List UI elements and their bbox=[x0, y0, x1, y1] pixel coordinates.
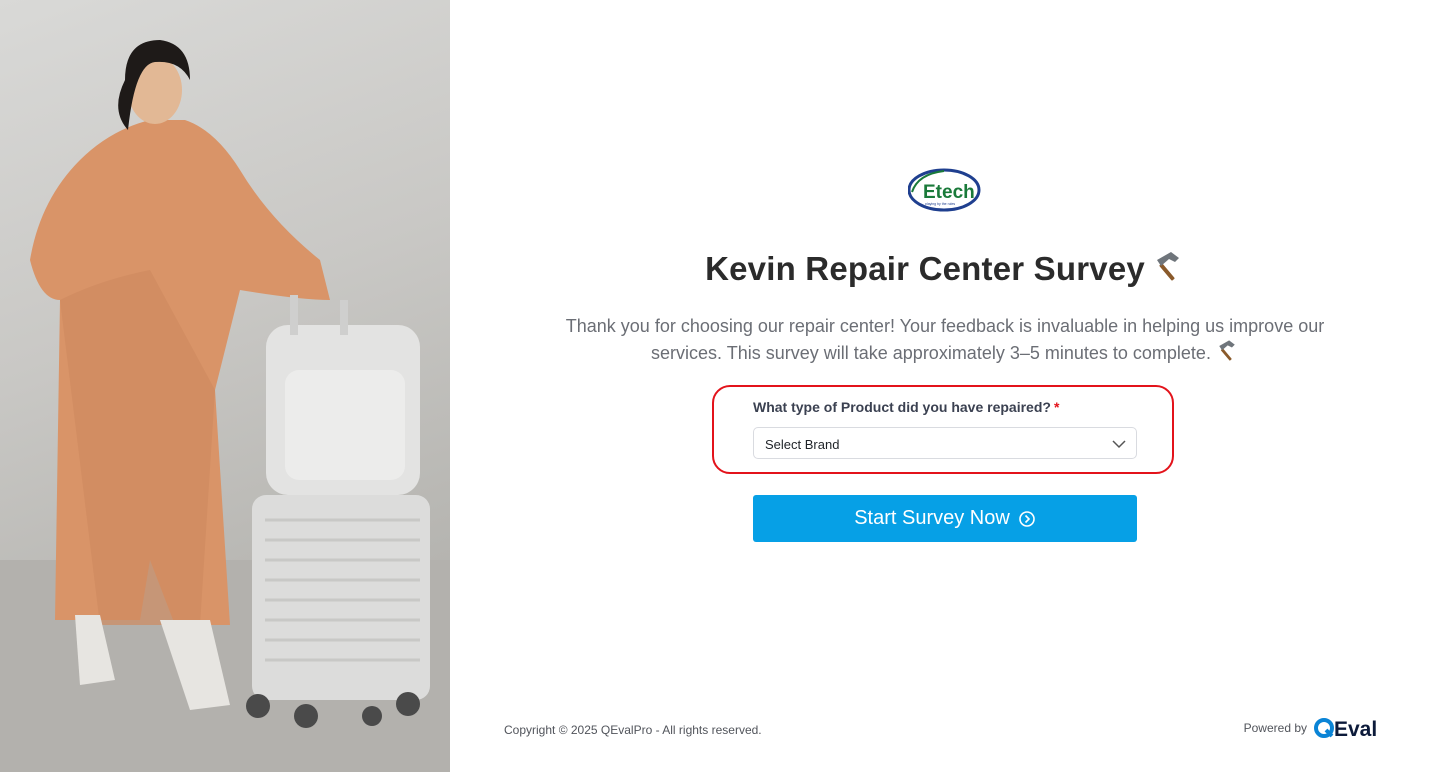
required-mark: * bbox=[1053, 399, 1060, 415]
title-text: Kevin Repair Center Survey bbox=[705, 250, 1145, 287]
question-text: What type of Product did you have repair… bbox=[753, 399, 1051, 415]
svg-text:Etech: Etech bbox=[923, 182, 975, 203]
product-brand-select[interactable]: Select Brand bbox=[753, 427, 1137, 459]
hammer-icon bbox=[1215, 339, 1239, 370]
svg-text:playing by the rules: playing by the rules bbox=[925, 202, 955, 206]
start-survey-button[interactable]: Start Survey Now bbox=[753, 495, 1137, 542]
hammer-icon bbox=[1151, 250, 1185, 292]
chevron-down-icon bbox=[1112, 440, 1126, 449]
qeval-brand-text: Eval bbox=[1334, 718, 1377, 740]
powered-by-label: Powered by bbox=[1243, 721, 1307, 735]
copyright-text: Copyright © 2025 QEvalPro - All rights r… bbox=[504, 723, 762, 737]
qeval-logo: Eval bbox=[1314, 716, 1386, 740]
select-value: Select Brand bbox=[765, 437, 840, 452]
start-survey-label: Start Survey Now bbox=[854, 507, 1010, 529]
powered-by: Powered by Eval bbox=[1244, 716, 1386, 740]
question-label: What type of Product did you have repair… bbox=[753, 399, 1059, 415]
page-title: Kevin Repair Center Survey bbox=[450, 250, 1440, 292]
survey-panel: Etech playing by the rules Kevin Repair … bbox=[450, 0, 1440, 772]
etech-logo: Etech playing by the rules bbox=[908, 168, 981, 212]
survey-description: Thank you for choosing our repair center… bbox=[550, 313, 1340, 370]
arrow-circle-right-icon bbox=[1018, 510, 1036, 528]
description-text: Thank you for choosing our repair center… bbox=[565, 316, 1325, 363]
hero-image bbox=[0, 0, 450, 772]
